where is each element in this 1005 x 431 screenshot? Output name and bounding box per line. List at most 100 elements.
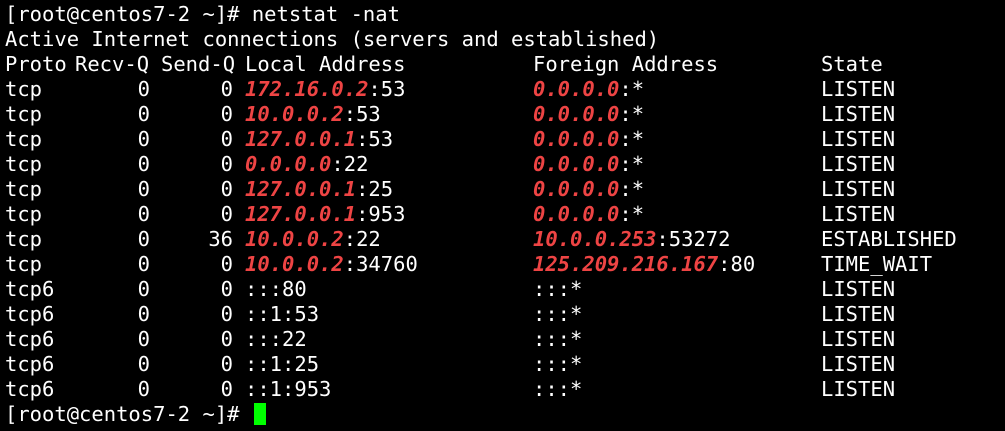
- shell-prompt: [root@centos7-2 ~]#: [5, 2, 252, 26]
- local-port: :25: [356, 177, 394, 201]
- local-ip: 0.0.0.0: [245, 152, 332, 176]
- foreign-ip: 10.0.0.253: [533, 227, 657, 251]
- foreign-ip: 0.0.0.0: [533, 177, 620, 201]
- local-ip: 10.0.0.2: [245, 227, 344, 251]
- foreign-ip: 0.0.0.0: [533, 152, 620, 176]
- terminal-window[interactable]: [root@centos7-2 ~]# netstat -nat Active …: [0, 0, 1005, 431]
- row-local-address: 127.0.0.1:953: [245, 202, 405, 227]
- row-state: LISTEN: [821, 202, 896, 226]
- row-state: LISTEN: [821, 352, 896, 376]
- row-local-address: 10.0.0.2:22: [245, 227, 381, 252]
- header-sendq: Send-Q: [161, 52, 236, 76]
- row-foreign-address: 0.0.0.0:*: [533, 152, 644, 177]
- table-row: tcp6 0 0::1:53:::* LISTEN: [5, 302, 1000, 327]
- local-port: :::80: [245, 277, 307, 301]
- row-state: ESTABLISHED: [821, 227, 957, 251]
- table-row: tcp 0 0 127.0.0.1:953 0.0.0.0:* LISTEN: [5, 202, 1000, 227]
- foreign-port: :*: [619, 127, 645, 151]
- row-sendq: 0: [220, 127, 233, 151]
- row-sendq: 0: [220, 302, 233, 326]
- local-ip: 10.0.0.2: [245, 102, 344, 126]
- table-row: tcp6 0 0::1:25:::* LISTEN: [5, 352, 1000, 377]
- row-local-address: 127.0.0.1:53: [245, 127, 393, 152]
- foreign-ip: 125.209.216.167: [533, 252, 719, 276]
- row-sendq: 0: [220, 352, 233, 376]
- row-sendq: 0: [220, 377, 233, 401]
- local-port: ::1:953: [245, 377, 332, 401]
- foreign-port: :53272: [656, 227, 731, 251]
- local-port: :53: [356, 127, 394, 151]
- local-ip: 10.0.0.2: [245, 252, 344, 276]
- row-local-address: ::1:53: [245, 302, 319, 327]
- local-port: :34760: [343, 252, 418, 276]
- row-foreign-address: 0.0.0.0:*: [533, 202, 644, 227]
- row-state: LISTEN: [821, 377, 896, 401]
- foreign-port: :*: [619, 177, 645, 201]
- local-port: ::1:53: [245, 302, 320, 326]
- table-row: tcp 0 0 10.0.0.2:34760 125.209.216.167:80 TIM…: [5, 252, 1000, 277]
- header-foreign-address: Foreign Address: [533, 52, 719, 76]
- command-line: [root@centos7-2 ~]# netstat -nat: [5, 2, 400, 27]
- row-foreign-address: :::*: [533, 377, 582, 402]
- table-row: tcp 0 0 10.0.0.2:53 0.0.0.0:* LISTEN: [5, 102, 1000, 127]
- final-prompt-line[interactable]: [root@centos7-2 ~]#: [5, 402, 266, 427]
- foreign-port: :::*: [533, 277, 583, 301]
- row-sendq: 0: [220, 152, 233, 176]
- table-row: tcp 0 0 0.0.0.0:22 0.0.0.0:* LISTEN: [5, 152, 1000, 177]
- row-foreign-address: 0.0.0.0:*: [533, 77, 644, 102]
- local-port: :953: [356, 202, 406, 226]
- row-local-address: ::1:25: [245, 352, 319, 377]
- row-foreign-address: 0.0.0.0:*: [533, 102, 644, 127]
- foreign-ip: 0.0.0.0: [533, 102, 620, 126]
- table-row: tcp6 0 0::1:953:::* LISTEN: [5, 377, 1000, 402]
- row-state: LISTEN: [821, 77, 896, 101]
- foreign-port: :::*: [533, 327, 583, 351]
- row-local-address: 172.16.0.2:53: [245, 77, 405, 102]
- table-row: tcp6 0 0:::22:::* LISTEN: [5, 327, 1000, 352]
- command-text: netstat -nat: [251, 2, 400, 26]
- row-state: LISTEN: [821, 327, 896, 351]
- row-local-address: 10.0.0.2:34760: [245, 252, 418, 277]
- row-foreign-address: :::*: [533, 327, 582, 352]
- cursor-block: [253, 403, 266, 425]
- row-local-address: :::80: [245, 277, 307, 302]
- row-state: LISTEN: [821, 302, 896, 326]
- row-sendq: 0: [220, 77, 233, 101]
- local-ip: 172.16.0.2: [245, 77, 369, 101]
- row-foreign-address: 0.0.0.0:*: [533, 127, 644, 152]
- row-sendq: 0: [220, 177, 233, 201]
- local-port: ::1:25: [245, 352, 320, 376]
- foreign-ip: 0.0.0.0: [533, 202, 620, 226]
- row-state: LISTEN: [821, 177, 896, 201]
- table-header: Proto Recv-Q Send-Q Local Address Foreig…: [5, 52, 1000, 77]
- row-sendq: 0: [220, 102, 233, 126]
- local-ip: 127.0.0.1: [245, 177, 357, 201]
- foreign-port: :*: [619, 152, 645, 176]
- foreign-ip: 0.0.0.0: [533, 77, 620, 101]
- row-local-address: 10.0.0.2:53: [245, 102, 381, 127]
- table-row: tcp 0 36 10.0.0.2:22 10.0.0.253:53272 ESTABLI…: [5, 227, 1000, 252]
- row-state: TIME_WAIT: [821, 252, 933, 276]
- foreign-port: :::*: [533, 352, 583, 376]
- row-sendq: 0: [220, 252, 233, 276]
- row-foreign-address: 10.0.0.253:53272: [533, 227, 730, 252]
- table-row: tcp 0 0 127.0.0.1:25 0.0.0.0:* LISTEN: [5, 177, 1000, 202]
- row-foreign-address: 0.0.0.0:*: [533, 177, 644, 202]
- row-state: LISTEN: [821, 152, 896, 176]
- row-sendq: 0: [220, 327, 233, 351]
- row-foreign-address: :::*: [533, 302, 582, 327]
- foreign-port: :*: [619, 102, 645, 126]
- row-sendq: 0: [220, 202, 233, 226]
- row-foreign-address: 125.209.216.167:80: [533, 252, 755, 277]
- row-foreign-address: :::*: [533, 277, 582, 302]
- foreign-ip: 0.0.0.0: [533, 127, 620, 151]
- local-port: :22: [331, 152, 369, 176]
- local-ip: 127.0.0.1: [245, 127, 357, 151]
- header-proto: Proto: [5, 52, 67, 76]
- row-local-address: :::22: [245, 327, 307, 352]
- local-port: :53: [343, 102, 381, 126]
- table-row: tcp6 0 0:::80:::* LISTEN: [5, 277, 1000, 302]
- row-state: LISTEN: [821, 127, 896, 151]
- header-local-address: Local Address: [245, 52, 406, 76]
- table-row: tcp 0 0 172.16.0.2:53 0.0.0.0:* LISTEN: [5, 77, 1000, 102]
